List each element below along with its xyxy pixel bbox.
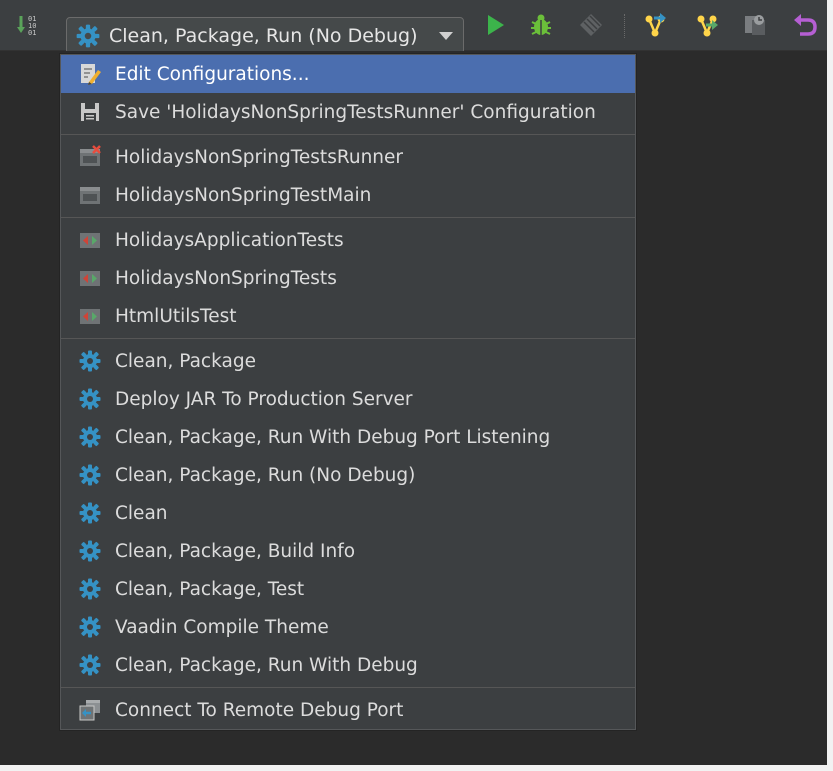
menu-item-label: HolidaysNonSpringTestsRunner (115, 146, 404, 168)
menu-item-label: Clean, Package, Run With Debug Port List… (115, 426, 551, 448)
svg-text:01: 01 (28, 29, 36, 37)
ide-window: 01 10 01 Clean, Package, Run (No Debug) … (0, 0, 833, 771)
config-item[interactable]: Connect To Remote Debug Port (61, 691, 635, 729)
sort-binary-icon[interactable]: 01 10 01 (14, 10, 44, 40)
gear-icon (78, 501, 102, 525)
menu-item-label: Vaadin Compile Theme (115, 616, 329, 638)
menu-item-label: Connect To Remote Debug Port (115, 699, 404, 721)
remote-configs-section: Connect To Remote Debug Port (61, 691, 635, 729)
vcs-commit-icon[interactable] (692, 10, 722, 40)
gear-icon (78, 539, 102, 563)
main-toolbar: 01 10 01 Clean, Package, Run (No Debug) (0, 0, 827, 54)
config-item[interactable]: HolidaysNonSpringTestsRunner (61, 138, 635, 176)
menu-item-label: HtmlUtilsTest (115, 305, 237, 327)
config-item[interactable]: HtmlUtilsTest (61, 297, 635, 335)
menu-item-label: Edit Configurations... (115, 63, 310, 85)
config-item[interactable]: Clean, Package, Test (61, 570, 635, 608)
config-item[interactable]: Vaadin Compile Theme (61, 608, 635, 646)
app-icon (78, 183, 102, 207)
menu-item-label: HolidaysApplicationTests (115, 229, 344, 251)
config-item[interactable]: HolidaysNonSpringTestMain (61, 176, 635, 214)
gear-icon (78, 577, 102, 601)
chevron-down-icon[interactable] (439, 32, 453, 40)
menu-divider (61, 134, 635, 135)
remote-debug-icon (78, 698, 102, 722)
config-item[interactable]: Clean (61, 494, 635, 532)
menu-item-label: Save 'HolidaysNonSpringTestsRunner' Conf… (115, 101, 596, 123)
menu-item-label: HolidaysNonSpringTests (115, 267, 337, 289)
config-item[interactable]: HolidaysNonSpringTests (61, 259, 635, 297)
config-item[interactable]: Clean, Package, Run (No Debug) (61, 456, 635, 494)
config-item[interactable]: Clean, Package, Run With Debug (61, 646, 635, 684)
edit-config-icon (78, 62, 102, 86)
app-error-icon (78, 145, 102, 169)
save-icon (78, 100, 102, 124)
menu-item-label: Clean, Package, Run (No Debug) (115, 464, 416, 486)
config-item[interactable]: HolidaysApplicationTests (61, 221, 635, 259)
run-configurations-popup: Edit Configurations... Save 'HolidaysNon… (60, 54, 636, 730)
top-actions-section: Edit Configurations... Save 'HolidaysNon… (61, 55, 635, 131)
gear-icon (76, 24, 100, 47)
toolbar-separator (624, 14, 626, 38)
menu-divider (61, 217, 635, 218)
test-icon (78, 266, 102, 290)
test-icon (78, 228, 102, 252)
test-icon (78, 304, 102, 328)
menu-item-label: Clean, Package (115, 350, 256, 372)
config-item[interactable]: Clean, Package (61, 342, 635, 380)
test-configs-section: HolidaysApplicationTests HolidaysNonSpri… (61, 221, 635, 335)
run-config-label: Clean, Package, Run (No Debug) (109, 24, 418, 47)
menu-item-label: Clean, Package, Build Info (115, 540, 356, 562)
menu-divider (61, 687, 635, 688)
debug-icon[interactable] (526, 10, 556, 40)
gear-icon (78, 653, 102, 677)
window-edge (827, 0, 833, 771)
gear-icon (78, 349, 102, 373)
window-edge (0, 765, 833, 771)
config-item[interactable]: Clean, Package, Build Info (61, 532, 635, 570)
run-configuration-combo[interactable]: Clean, Package, Run (No Debug) (66, 17, 464, 54)
coverage-icon[interactable] (576, 10, 606, 40)
maven-configs-section: Clean, Package Deploy JAR To Production … (61, 342, 635, 684)
undo-icon[interactable] (790, 10, 820, 40)
gear-icon (78, 425, 102, 449)
save-configuration-item[interactable]: Save 'HolidaysNonSpringTestsRunner' Conf… (61, 93, 635, 131)
gear-icon (78, 463, 102, 487)
menu-item-label: Clean (115, 502, 168, 524)
application-configs-section: HolidaysNonSpringTestsRunner HolidaysNon… (61, 138, 635, 214)
vcs-compare-icon[interactable] (740, 10, 770, 40)
edit-configurations-item[interactable]: Edit Configurations... (61, 55, 635, 93)
vcs-update-icon[interactable] (640, 10, 670, 40)
menu-item-label: HolidaysNonSpringTestMain (115, 184, 372, 206)
gear-icon (78, 615, 102, 639)
menu-item-label: Clean, Package, Test (115, 578, 305, 600)
run-icon[interactable] (480, 10, 510, 40)
gear-icon (78, 387, 102, 411)
menu-divider (61, 338, 635, 339)
config-item[interactable]: Clean, Package, Run With Debug Port List… (61, 418, 635, 456)
menu-item-label: Clean, Package, Run With Debug (115, 654, 418, 676)
menu-item-label: Deploy JAR To Production Server (115, 388, 413, 410)
config-item[interactable]: Deploy JAR To Production Server (61, 380, 635, 418)
